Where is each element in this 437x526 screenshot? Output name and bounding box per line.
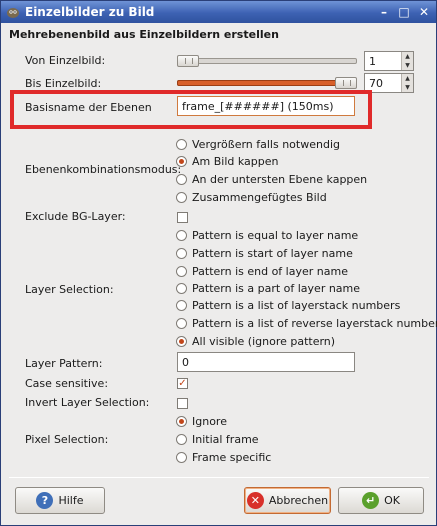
radio-icon[interactable] <box>176 192 187 203</box>
option-label: Pattern is end of layer name <box>192 265 348 278</box>
option-label: Pattern is start of layer name <box>192 247 353 260</box>
layer-pattern-label: Layer Pattern: <box>25 357 103 370</box>
bis-value[interactable]: 70 <box>369 77 383 90</box>
help-icon: ? <box>36 492 54 509</box>
invert-label: Invert Layer Selection: <box>25 396 150 409</box>
option-label: Pattern is equal to layer name <box>192 229 359 242</box>
window-title: Einzelbilder zu Bild <box>25 5 155 19</box>
radio-icon[interactable] <box>176 230 187 241</box>
dialog-window: Einzelbilder zu Bild – □ ✕ Mehrebenenbil… <box>0 0 437 526</box>
bis-slider-fill <box>177 80 346 86</box>
radio-icon[interactable] <box>176 139 187 150</box>
radio-icon[interactable] <box>176 434 187 445</box>
maximize-icon[interactable]: □ <box>396 4 412 20</box>
radio-icon[interactable] <box>176 266 187 277</box>
ok-button[interactable]: ↵ OK <box>338 487 424 514</box>
von-value[interactable]: 1 <box>369 55 376 68</box>
cancel-icon: ✕ <box>246 492 264 509</box>
radio-icon[interactable] <box>176 318 187 329</box>
option-label: Ignore <box>192 415 227 428</box>
option-label: Vergrößern falls notwendig <box>192 138 340 151</box>
case-sensitive-checkbox[interactable]: ✓ <box>177 378 188 389</box>
close-icon[interactable]: ✕ <box>416 4 432 20</box>
option-label: Pattern is a part of layer name <box>192 282 361 295</box>
pixel-selection-option[interactable]: Initial frame <box>176 433 259 446</box>
combine-label: Ebenenkombinationsmodus: <box>25 163 182 176</box>
help-button-label: Hilfe <box>58 494 84 507</box>
invert-checkbox[interactable] <box>177 398 188 409</box>
layer-selection-option[interactable]: Pattern is equal to layer name <box>176 229 358 242</box>
spin-arrows-icon[interactable]: ▲ ▼ <box>401 52 413 70</box>
ok-button-label: OK <box>384 494 400 507</box>
radio-selected-icon[interactable] <box>176 336 187 347</box>
option-label: All visible (ignore pattern) <box>192 335 336 348</box>
title-bar[interactable]: Einzelbilder zu Bild – □ ✕ <box>1 1 436 23</box>
option-label: Pattern is a list of reverse layerstack … <box>192 317 437 330</box>
slider-trough <box>177 58 357 64</box>
layer-selection-option[interactable]: Pattern is end of layer name <box>176 265 348 278</box>
cancel-button-label: Abbrechen <box>268 494 329 507</box>
layer-selection-label: Layer Selection: <box>25 283 114 296</box>
exclude-bg-checkbox[interactable] <box>177 212 188 223</box>
radio-icon[interactable] <box>176 174 187 185</box>
layer-selection-option[interactable]: Pattern is a part of layer name <box>176 282 360 295</box>
von-slider[interactable] <box>177 55 357 67</box>
layer-selection-option[interactable]: Pattern is start of layer name <box>176 247 353 260</box>
gimp-icon <box>6 5 20 19</box>
bis-label: Bis Einzelbild: <box>25 77 102 90</box>
layer-selection-option[interactable]: Pattern is a list of reverse layerstack … <box>176 317 437 330</box>
dialog-heading: Mehrebenenbild aus Einzelbildern erstell… <box>9 28 279 41</box>
spin-arrows-icon[interactable]: ▲ ▼ <box>401 74 413 92</box>
pixel-selection-option[interactable]: Ignore <box>176 415 227 428</box>
exclude-bg-label: Exclude BG-Layer: <box>25 210 126 223</box>
option-label: Am Bild kappen <box>192 155 279 168</box>
highlight-box <box>10 90 372 129</box>
bis-slider[interactable] <box>177 77 357 89</box>
ok-icon: ↵ <box>362 492 380 509</box>
option-label: Frame specific <box>192 451 272 464</box>
cancel-button[interactable]: ✕ Abbrechen <box>244 487 331 514</box>
minimize-icon[interactable]: – <box>376 4 392 20</box>
combine-option[interactable]: Zusammengefügtes Bild <box>176 191 327 204</box>
layer-selection-option[interactable]: All visible (ignore pattern) <box>176 335 335 348</box>
combine-option[interactable]: Vergrößern falls notwendig <box>176 138 340 151</box>
help-button[interactable]: ? Hilfe <box>15 487 105 514</box>
layer-selection-option[interactable]: Pattern is a list of layerstack numbers <box>176 299 400 312</box>
radio-icon[interactable] <box>176 283 187 294</box>
radio-selected-icon[interactable] <box>176 156 187 167</box>
von-spinbutton[interactable]: 1 ▲ ▼ <box>364 51 414 71</box>
pixel-selection-option[interactable]: Frame specific <box>176 451 271 464</box>
radio-icon[interactable] <box>176 300 187 311</box>
case-sensitive-label: Case sensitive: <box>25 377 109 390</box>
combine-option[interactable]: An der untersten Ebene kappen <box>176 173 367 186</box>
layer-pattern-input[interactable]: 0 <box>177 352 355 372</box>
von-slider-thumb[interactable] <box>177 55 199 67</box>
pixel-selection-label: Pixel Selection: <box>25 433 109 446</box>
option-label: Initial frame <box>192 433 259 446</box>
combine-option[interactable]: Am Bild kappen <box>176 155 279 168</box>
radio-icon[interactable] <box>176 452 187 463</box>
separator <box>9 477 429 478</box>
option-label: Pattern is a list of layerstack numbers <box>192 299 401 312</box>
radio-selected-icon[interactable] <box>176 416 187 427</box>
radio-icon[interactable] <box>176 248 187 259</box>
von-label: Von Einzelbild: <box>25 54 106 67</box>
bis-slider-thumb[interactable] <box>335 77 357 89</box>
option-label: Zusammengefügtes Bild <box>192 191 327 204</box>
option-label: An der untersten Ebene kappen <box>192 173 368 186</box>
